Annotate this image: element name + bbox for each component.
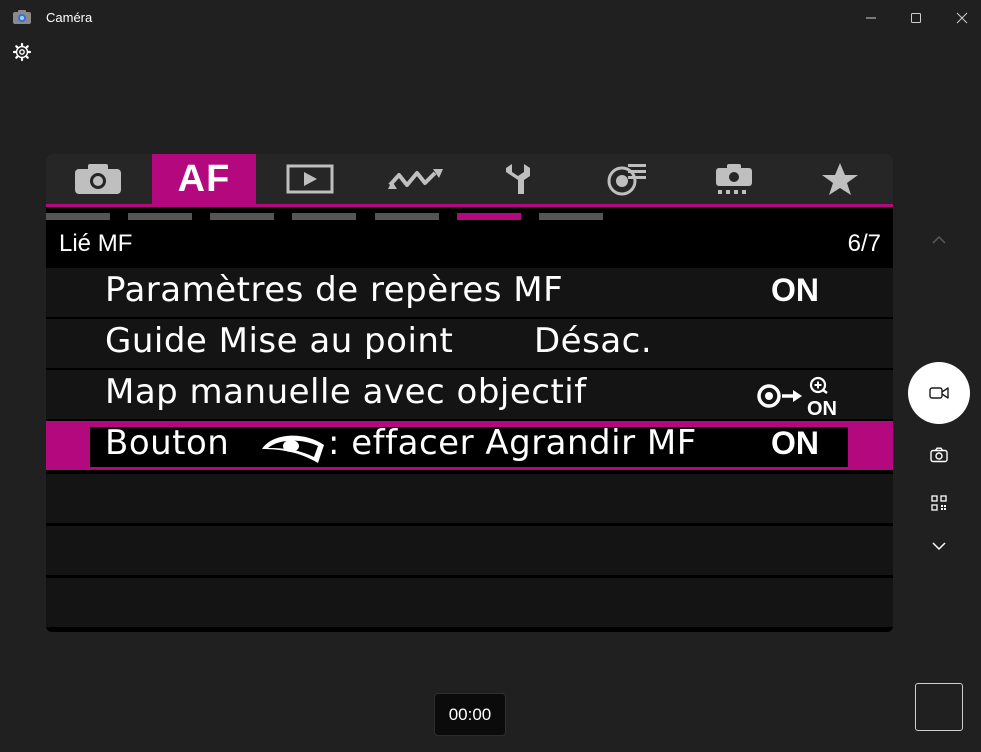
camera-app-window: Caméra AF Lié MF 6/7 Paramètres de repèr… [0, 0, 981, 752]
section-title: Lié MF [59, 230, 133, 257]
camera-app-icon [13, 10, 31, 24]
window-title: Caméra [46, 10, 93, 25]
menu-row: Paramètres de repères MF ON [46, 268, 893, 317]
settings-gear-icon [12, 42, 32, 62]
scroll-down-button[interactable] [926, 534, 952, 558]
minimize-button[interactable] [856, 6, 886, 30]
camera-menu-screen: AF Lié MF 6/7 Paramètres de repères MF O… [46, 154, 893, 632]
menu-row: Guide Mise au point Désac. [46, 319, 893, 368]
video-mode-icon [929, 387, 949, 399]
page-indicator [210, 213, 274, 220]
maximize-icon [911, 13, 921, 23]
tab-setup [470, 154, 574, 204]
close-icon [956, 12, 968, 24]
camera-shooting-icon [75, 164, 121, 194]
menu-tab-bar: AF [46, 154, 893, 204]
menu-row-empty [46, 578, 893, 627]
menu-row-value: ON [771, 272, 819, 308]
tab-playback [258, 154, 362, 204]
barcode-mode-button[interactable] [926, 491, 952, 515]
star-my-menu-icon [822, 163, 858, 195]
tab-underline [46, 204, 893, 207]
video-capture-button[interactable] [908, 362, 970, 424]
menu-row: Map manuelle avec objectif ON [46, 370, 893, 420]
page-indicator [292, 213, 356, 220]
menu-row-label: Guide Mise au point [105, 321, 454, 361]
recording-timer: 00:00 [434, 693, 506, 736]
menu-row-value-icon: ON [756, 376, 841, 420]
playback-icon [286, 164, 334, 194]
custom-functions-icon [607, 164, 646, 196]
qr-scan-icon [931, 495, 947, 511]
menu-row-label: Paramètres de repères MF [105, 270, 564, 310]
menu-row-value: ON [771, 425, 819, 461]
tab-my-menu [788, 154, 892, 204]
minimize-icon [866, 17, 876, 19]
tab-wireless [364, 154, 468, 204]
chevron-down-icon [932, 542, 946, 551]
tab-shooting-info [682, 154, 786, 204]
menu-row-label: Map manuelle avec objectif [105, 372, 587, 412]
close-button[interactable] [947, 6, 977, 30]
eye-detection-icon-wrap [258, 427, 328, 467]
settings-button[interactable] [12, 42, 32, 62]
tab-shooting [46, 154, 150, 204]
menu-row-value: Désac. [534, 321, 653, 361]
photo-mode-button[interactable] [926, 443, 952, 467]
page-indicator [375, 213, 439, 220]
title-bar: Caméra [0, 0, 981, 36]
maximize-button[interactable] [901, 6, 931, 30]
page-number: 6/7 [847, 230, 881, 257]
page-indicator [128, 213, 192, 220]
menu-row-selected: Bouton : effacer Agrandir MF ON [46, 421, 893, 470]
menu-row-label-suffix: : effacer Agrandir MF [328, 423, 697, 463]
page-indicator-active [457, 213, 521, 220]
page-indicator [539, 213, 603, 220]
tab-af: AF [152, 154, 256, 204]
last-capture-thumbnail[interactable] [915, 683, 963, 731]
menu-row-label-prefix: Bouton [105, 423, 230, 463]
eye-arrow-zoom-on-icon: ON [757, 376, 837, 420]
zoom-on-text: ON [807, 398, 837, 416]
tab-custom-functions [576, 154, 680, 204]
wireless-icon [388, 169, 443, 189]
scroll-up-button[interactable] [926, 228, 952, 252]
photo-mode-icon [930, 447, 948, 463]
chevron-up-icon [932, 235, 946, 244]
page-indicator [46, 213, 110, 220]
menu-row-empty [46, 474, 893, 523]
shooting-info-icon [716, 164, 752, 194]
eye-detection-icon [262, 435, 324, 463]
menu-row-empty [46, 526, 893, 575]
tab-af-label: AF [177, 157, 231, 200]
wrench-setup-icon [506, 164, 530, 194]
